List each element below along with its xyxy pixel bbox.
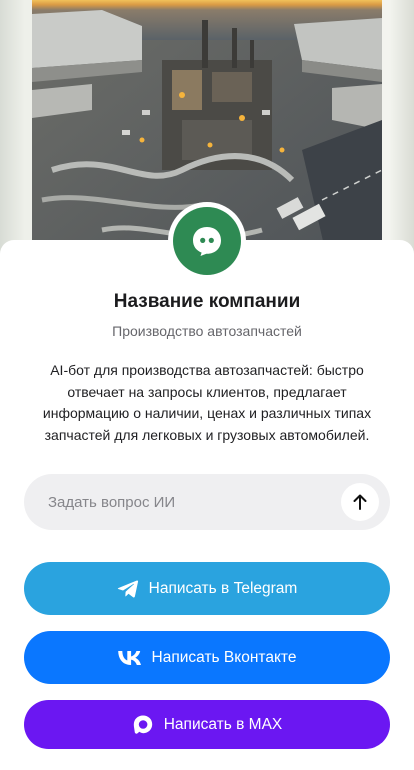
vk-icon <box>117 650 142 665</box>
vk-button[interactable]: Написать Вконтакте <box>24 631 390 684</box>
send-button[interactable] <box>341 483 379 521</box>
bot-avatar <box>173 207 241 275</box>
company-description: AI-бот для производства автозапчастей: б… <box>42 362 372 443</box>
chat-bot-icon <box>193 227 221 256</box>
ask-ai-input[interactable] <box>24 474 341 530</box>
arrow-up-icon <box>353 494 367 510</box>
company-avatar <box>168 202 246 280</box>
max-icon <box>132 714 154 736</box>
telegram-button[interactable]: Написать в Telegram <box>24 562 390 615</box>
telegram-icon <box>117 579 139 599</box>
company-category: Производство автозапчастей <box>112 323 302 339</box>
vk-button-label: Написать Вконтакте <box>151 648 297 666</box>
max-button[interactable]: Написать в MAX <box>24 700 390 749</box>
ask-ai-bar <box>24 474 390 530</box>
max-button-label: Написать в MAX <box>163 715 283 733</box>
telegram-button-label: Написать в Telegram <box>148 579 298 597</box>
company-name: Название компании <box>113 291 301 312</box>
